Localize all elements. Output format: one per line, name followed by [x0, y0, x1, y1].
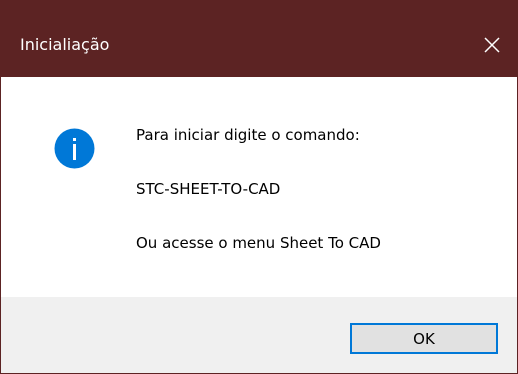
close-icon: [484, 37, 500, 53]
window-title: Inicialiação: [20, 35, 110, 54]
title-bar: Inicialiação: [1, 1, 517, 77]
info-icon: [54, 128, 95, 169]
close-button[interactable]: [467, 25, 517, 65]
message-line-3: Ou acesse o menu Sheet To CAD: [136, 234, 381, 252]
ok-button-label: OK: [413, 329, 435, 348]
ok-button[interactable]: OK: [350, 323, 498, 354]
dialog-window: Inicialiação Para iniciar digite o coman…: [0, 0, 518, 374]
message-command: STC-SHEET-TO-CAD: [136, 180, 281, 198]
button-area: OK: [1, 297, 517, 373]
dialog-content: Para iniciar digite o comando: STC-SHEET…: [1, 77, 517, 297]
message-line-1: Para iniciar digite o comando:: [136, 126, 360, 144]
